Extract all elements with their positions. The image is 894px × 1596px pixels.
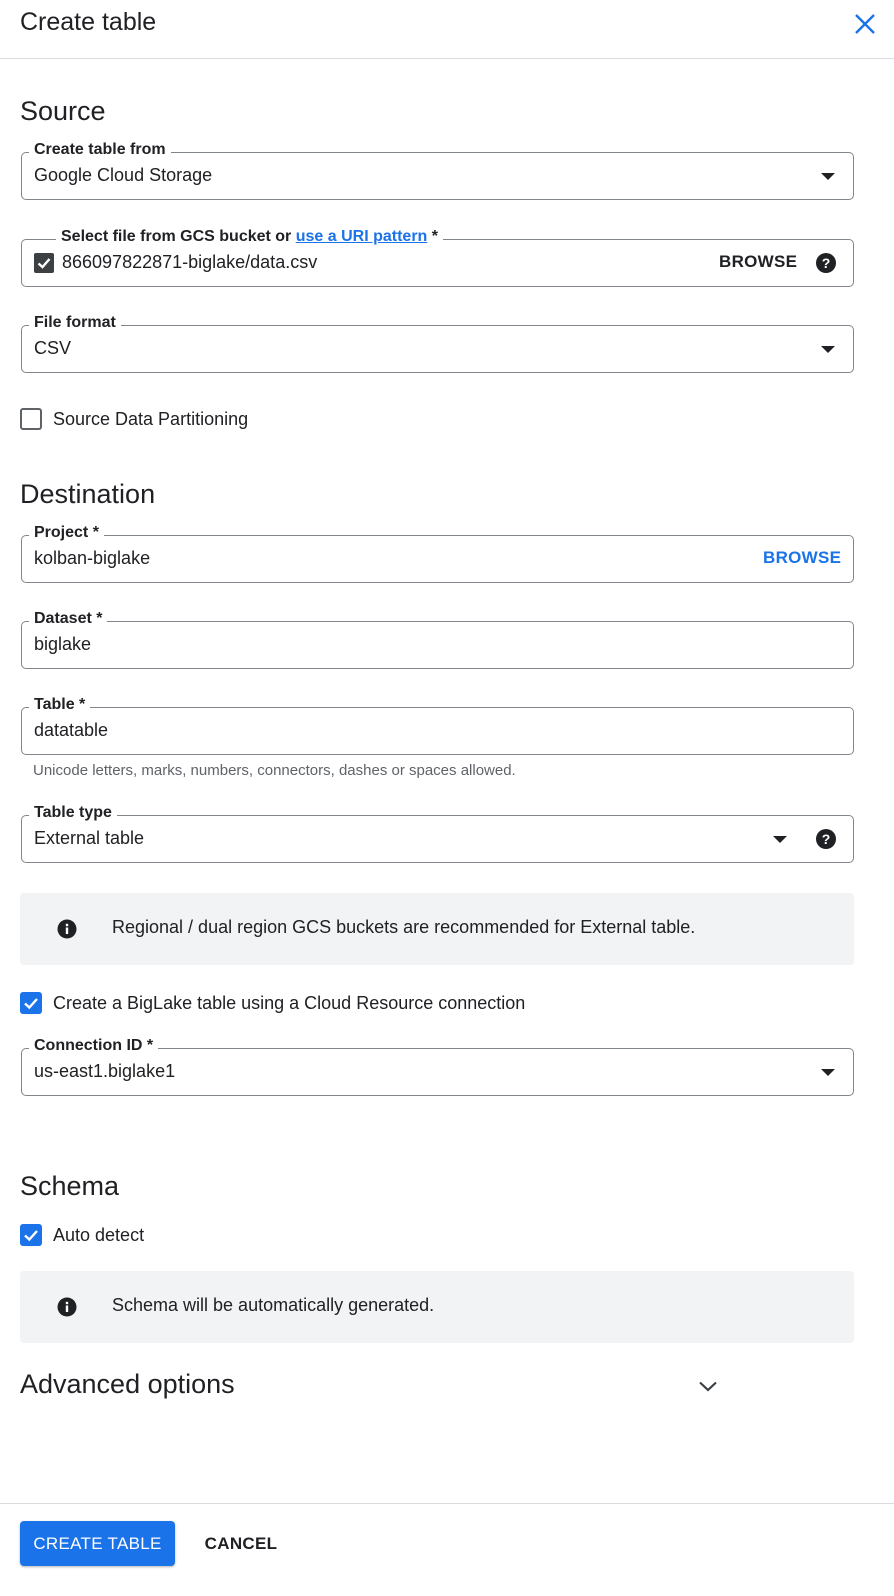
file-checkbox-icon[interactable] xyxy=(34,253,54,273)
schema-section-title: Schema xyxy=(20,1171,120,1201)
required-marker: * xyxy=(427,228,438,245)
dataset-field[interactable]: Dataset * biglake xyxy=(21,610,854,669)
dialog-footer: CREATE TABLE CANCEL xyxy=(0,1503,894,1596)
table-name-hint: Unicode letters, marks, numbers, connect… xyxy=(33,762,516,779)
project-field[interactable]: Project * kolban-biglake BROWSE xyxy=(21,524,854,583)
auto-detect-label: Auto detect xyxy=(53,1225,145,1245)
project-value: kolban-biglake xyxy=(34,548,151,568)
connection-id-value: us-east1.biglake1 xyxy=(34,1061,176,1081)
help-icon[interactable]: ? xyxy=(815,828,837,850)
source-partitioning-label: Source Data Partitioning xyxy=(53,409,249,429)
table-type-label: Table type xyxy=(29,804,117,822)
dataset-value: biglake xyxy=(34,634,92,654)
file-format-select[interactable]: File format CSV xyxy=(21,314,854,373)
create-table-button[interactable]: CREATE TABLE xyxy=(20,1521,175,1566)
dialog-title: Create table xyxy=(20,8,157,36)
help-icon[interactable]: ? xyxy=(815,252,837,274)
svg-text:?: ? xyxy=(822,831,831,847)
info-icon xyxy=(57,1297,77,1317)
dropdown-arrow-icon xyxy=(821,173,835,180)
gcs-file-value: 866097822871-biglake/data.csv xyxy=(62,252,318,272)
schema-info-text: Schema will be automatically generated. xyxy=(112,1295,435,1315)
dropdown-arrow-icon xyxy=(821,346,835,353)
create-table-from-value: Google Cloud Storage xyxy=(34,165,213,185)
source-section-title: Source xyxy=(20,96,106,126)
destination-section-title: Destination xyxy=(20,479,156,509)
create-table-from-select[interactable]: Create table from Google Cloud Storage xyxy=(21,141,854,200)
advanced-options-toggle[interactable]: Advanced options xyxy=(20,1366,720,1406)
uri-pattern-link[interactable]: use a URI pattern xyxy=(296,228,428,245)
project-browse-button[interactable]: BROWSE xyxy=(763,548,841,568)
table-type-value: External table xyxy=(34,828,145,848)
info-icon xyxy=(57,919,77,939)
close-icon[interactable] xyxy=(850,9,880,39)
dropdown-arrow-icon xyxy=(821,1069,835,1076)
table-label: Table * xyxy=(29,696,91,714)
checkbox-checked-icon[interactable] xyxy=(20,1224,42,1246)
gcs-file-label-text: Select file from GCS bucket or xyxy=(61,228,296,245)
dialog-header: Create table xyxy=(0,0,894,59)
external-table-info-text: Regional / dual region GCS buckets are r… xyxy=(112,917,696,937)
connection-id-label: Connection ID * xyxy=(29,1037,159,1055)
table-value: datatable xyxy=(34,720,109,740)
advanced-options-label: Advanced options xyxy=(20,1369,235,1399)
checkbox-unchecked-icon[interactable] xyxy=(20,408,42,430)
table-type-select[interactable]: Table type External table ? xyxy=(21,804,854,863)
connection-id-select[interactable]: Connection ID * us-east1.biglake1 xyxy=(21,1037,854,1096)
chevron-down-icon[interactable] xyxy=(696,1374,720,1398)
gcs-file-field[interactable]: Select file from GCS bucket or use a URI… xyxy=(21,228,854,287)
gcs-file-label: Select file from GCS bucket or use a URI… xyxy=(56,228,443,246)
cancel-button[interactable]: CANCEL xyxy=(195,1521,287,1566)
file-format-value: CSV xyxy=(34,338,72,358)
dropdown-arrow-icon xyxy=(773,836,787,843)
table-field[interactable]: Table * datatable xyxy=(21,696,854,755)
project-label: Project * xyxy=(29,524,104,542)
external-table-info-box: Regional / dual region GCS buckets are r… xyxy=(20,893,854,965)
biglake-checkbox-label: Create a BigLake table using a Cloud Res… xyxy=(53,993,526,1013)
schema-info-box: Schema will be automatically generated. xyxy=(20,1271,854,1343)
file-format-label: File format xyxy=(29,314,121,332)
create-table-from-label: Create table from xyxy=(29,141,171,159)
gcs-browse-button[interactable]: BROWSE xyxy=(719,252,797,272)
checkbox-checked-icon[interactable] xyxy=(20,992,42,1014)
dataset-label: Dataset * xyxy=(29,610,108,628)
svg-text:?: ? xyxy=(822,255,831,271)
